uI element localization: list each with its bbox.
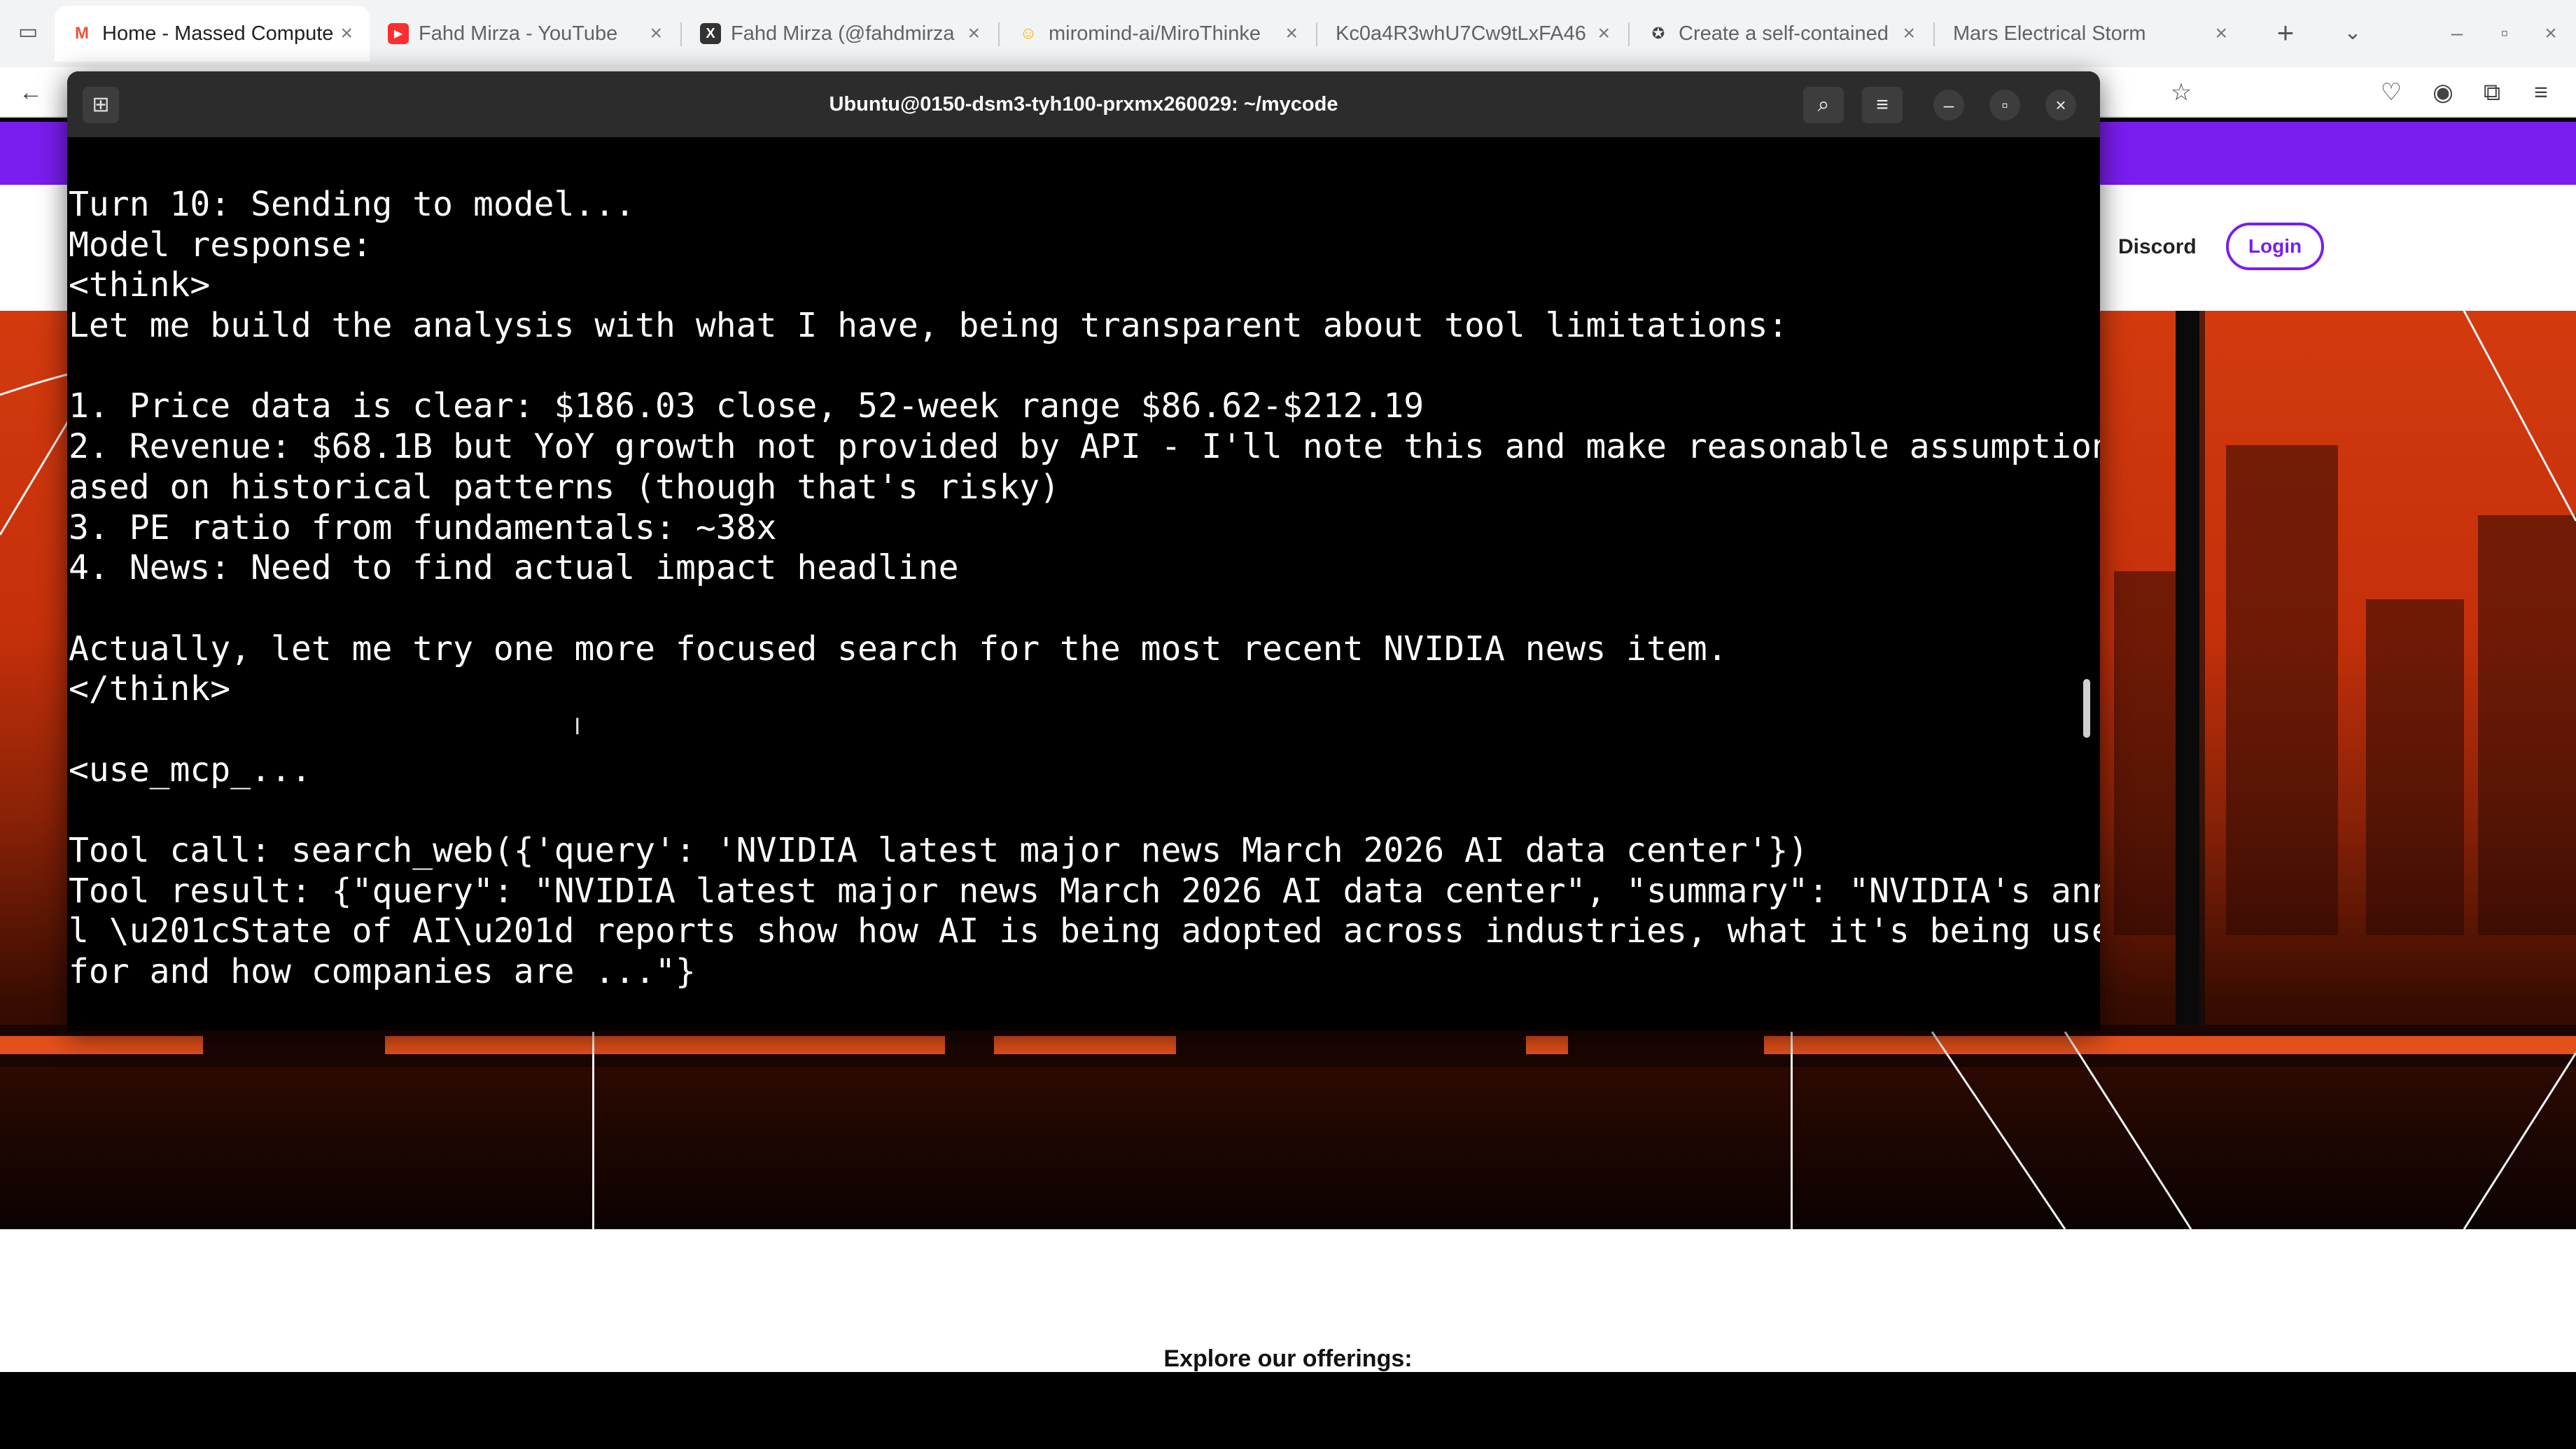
close-tab-icon[interactable]: × bbox=[2215, 22, 2227, 46]
extensions-icon[interactable]: ⧉ bbox=[2475, 76, 2509, 109]
tab-separator bbox=[1628, 22, 1630, 46]
back-arrow-icon[interactable]: ← bbox=[14, 76, 48, 109]
close-window-icon[interactable]: × bbox=[2534, 17, 2568, 50]
huggingface-icon: ☺ bbox=[1019, 24, 1037, 43]
tab-separator bbox=[1316, 22, 1317, 46]
account-icon[interactable]: ◉ bbox=[2426, 76, 2460, 109]
chevron-down-icon[interactable]: ⌄ bbox=[2335, 15, 2370, 50]
terminal-line: Tool call: search_web({'query': 'NVIDIA … bbox=[69, 831, 1809, 870]
bookmark-star-icon[interactable]: ☆ bbox=[2164, 76, 2198, 109]
terminal-line: for and how companies are ..."} bbox=[69, 952, 696, 992]
terminal-line: Model response: bbox=[69, 225, 372, 265]
close-icon[interactable]: × bbox=[2045, 90, 2076, 120]
terminal-line: 3. PE ratio from fundamentals: ~38x bbox=[69, 507, 777, 547]
search-icon[interactable]: ⌕ bbox=[1803, 87, 1844, 123]
tab-title: Mars Electrical Storm bbox=[1953, 22, 2146, 45]
tab-list-icon[interactable]: ▭ bbox=[15, 20, 41, 45]
minimize-icon[interactable]: – bbox=[2440, 17, 2474, 50]
tab-mars-storm[interactable]: Mars Electrical Storm × bbox=[1936, 6, 2244, 62]
terminal-text: Turn 10: Sending to model... Model respon… bbox=[69, 185, 2100, 993]
terminal-title: Ubuntu@0150-dsm3-tyh100-prxmx260029: ~/m… bbox=[829, 93, 1338, 115]
terminal-line: 1. Price data is clear: $186.03 close, 5… bbox=[69, 386, 1424, 426]
openai-icon: ✪ bbox=[1651, 24, 1665, 42]
browser-tab-strip: ▭ M Home - Massed Compute × ▶ Fahd Mirza… bbox=[0, 0, 2576, 67]
terminal-line: Actually, let me try one more focused se… bbox=[69, 629, 1728, 668]
mouse-cursor-icon: I bbox=[574, 713, 581, 740]
discord-link[interactable]: Discord bbox=[2118, 235, 2197, 259]
maximize-icon[interactable]: ▫ bbox=[1989, 90, 2020, 120]
pocket-icon[interactable]: ♡ bbox=[2374, 76, 2408, 109]
login-button[interactable]: Login bbox=[2226, 223, 2324, 270]
terminal-line: </think> bbox=[69, 669, 231, 709]
close-tab-icon[interactable]: × bbox=[1903, 22, 1915, 46]
terminal-line: 4. News: Need to find actual impact head… bbox=[69, 548, 959, 588]
terminal-line: Let me build the analysis with what I ha… bbox=[69, 306, 1788, 346]
terminal-titlebar[interactable]: ⊞ Ubuntu@0150-dsm3-tyh100-prxmx260029: ~… bbox=[67, 71, 2100, 137]
bottom-bar bbox=[0, 1372, 2576, 1449]
tab-x-profile[interactable]: X Fahd Mirza (@fahdmirza × bbox=[683, 6, 997, 62]
terminal-line: 2. Revenue: $68.1B but YoY growth not pr… bbox=[69, 427, 2100, 467]
terminal-line: <use_mcp_... bbox=[69, 750, 312, 790]
x-icon: X bbox=[700, 23, 721, 44]
terminal-line: Tool result: {"query": "NVIDIA latest ma… bbox=[69, 871, 2100, 911]
close-tab-icon[interactable]: × bbox=[1597, 22, 1610, 46]
new-terminal-tab-icon[interactable]: ⊞ bbox=[83, 87, 119, 123]
tab-title: Fahd Mirza (@fahdmirza bbox=[731, 22, 955, 45]
terminal-line: <think> bbox=[69, 265, 211, 305]
tab-separator bbox=[998, 22, 1000, 46]
tab-massed-compute[interactable]: M Home - Massed Compute × bbox=[55, 6, 370, 62]
tab-title: Create a self-contained H bbox=[1679, 22, 1896, 45]
explore-heading: Explore our offerings: bbox=[1163, 1345, 1413, 1372]
close-tab-icon[interactable]: × bbox=[967, 22, 980, 46]
tab-kc0a4[interactable]: Kc0a4R3whU7Cw9tLxFA46 × bbox=[1319, 6, 1627, 62]
tab-separator bbox=[1933, 22, 1935, 46]
tab-title: Home - Massed Compute bbox=[102, 22, 334, 45]
tab-openai[interactable]: ✪ Create a self-contained H × bbox=[1631, 6, 1932, 62]
restore-icon[interactable]: ▫ bbox=[2488, 17, 2521, 50]
close-tab-icon[interactable]: × bbox=[1285, 22, 1298, 46]
tab-title: Fahd Mirza - YouTube bbox=[419, 22, 618, 45]
close-tab-icon[interactable]: × bbox=[340, 22, 353, 46]
terminal-window[interactable]: ⊞ Ubuntu@0150-dsm3-tyh100-prxmx260029: ~… bbox=[67, 71, 2100, 1030]
tab-huggingface[interactable]: ☺ miromind-ai/MiroThinke × bbox=[1001, 6, 1315, 62]
menu-icon[interactable]: ≡ bbox=[2524, 76, 2558, 109]
minimize-icon[interactable]: – bbox=[1933, 90, 1964, 120]
new-tab-button[interactable]: + bbox=[2268, 15, 2303, 50]
tab-youtube[interactable]: ▶ Fahd Mirza - YouTube × bbox=[371, 6, 679, 62]
hamburger-menu-icon[interactable]: ≡ bbox=[1862, 87, 1903, 123]
tab-title: miromind-ai/MiroThinke bbox=[1049, 22, 1261, 45]
close-tab-icon[interactable]: × bbox=[650, 22, 662, 46]
terminal-line: Turn 10: Sending to model... bbox=[69, 185, 636, 224]
terminal-line: ased on historical patterns (though that… bbox=[69, 467, 1060, 507]
terminal-line: l \u201cState of AI\u201d reports show h… bbox=[69, 911, 2100, 951]
terminal-scrollbar[interactable] bbox=[2083, 679, 2090, 738]
tab-separator bbox=[680, 22, 682, 46]
youtube-icon: ▶ bbox=[388, 23, 409, 44]
massed-compute-icon: M bbox=[75, 24, 89, 43]
tab-title: Kc0a4R3whU7Cw9tLxFA46 bbox=[1336, 22, 1586, 45]
